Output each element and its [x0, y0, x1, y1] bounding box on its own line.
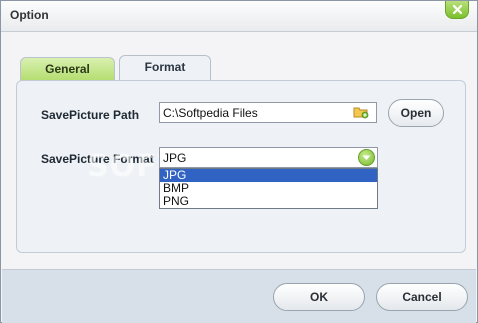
- format-select-value: JPG: [163, 151, 187, 165]
- window-title: Option: [10, 8, 49, 22]
- format-option-jpg[interactable]: JPG: [160, 169, 377, 182]
- save-path-value: C:\Softpedia Files: [163, 106, 258, 120]
- open-button[interactable]: Open: [388, 99, 444, 127]
- format-select[interactable]: JPG: [159, 147, 378, 168]
- tab-general[interactable]: General: [20, 57, 115, 81]
- format-dropdown-list: JPG BMP PNG: [159, 168, 378, 209]
- close-button[interactable]: [445, 1, 469, 19]
- cancel-button[interactable]: Cancel: [376, 283, 468, 311]
- option-dialog: Option General Format SavePicture Path C…: [0, 0, 478, 323]
- save-path-label: SavePicture Path: [41, 108, 140, 122]
- save-path-field[interactable]: C:\Softpedia Files: [159, 102, 377, 123]
- format-option-png[interactable]: PNG: [160, 195, 377, 208]
- format-dropdown-button[interactable]: [358, 149, 375, 166]
- folder-icon[interactable]: [353, 105, 369, 119]
- close-icon: [452, 4, 463, 15]
- ok-button[interactable]: OK: [273, 283, 365, 311]
- format-option-bmp[interactable]: BMP: [160, 182, 377, 195]
- chevron-down-icon: [362, 155, 371, 160]
- title-bar[interactable]: Option: [1, 1, 477, 32]
- tab-format[interactable]: Format: [119, 55, 211, 81]
